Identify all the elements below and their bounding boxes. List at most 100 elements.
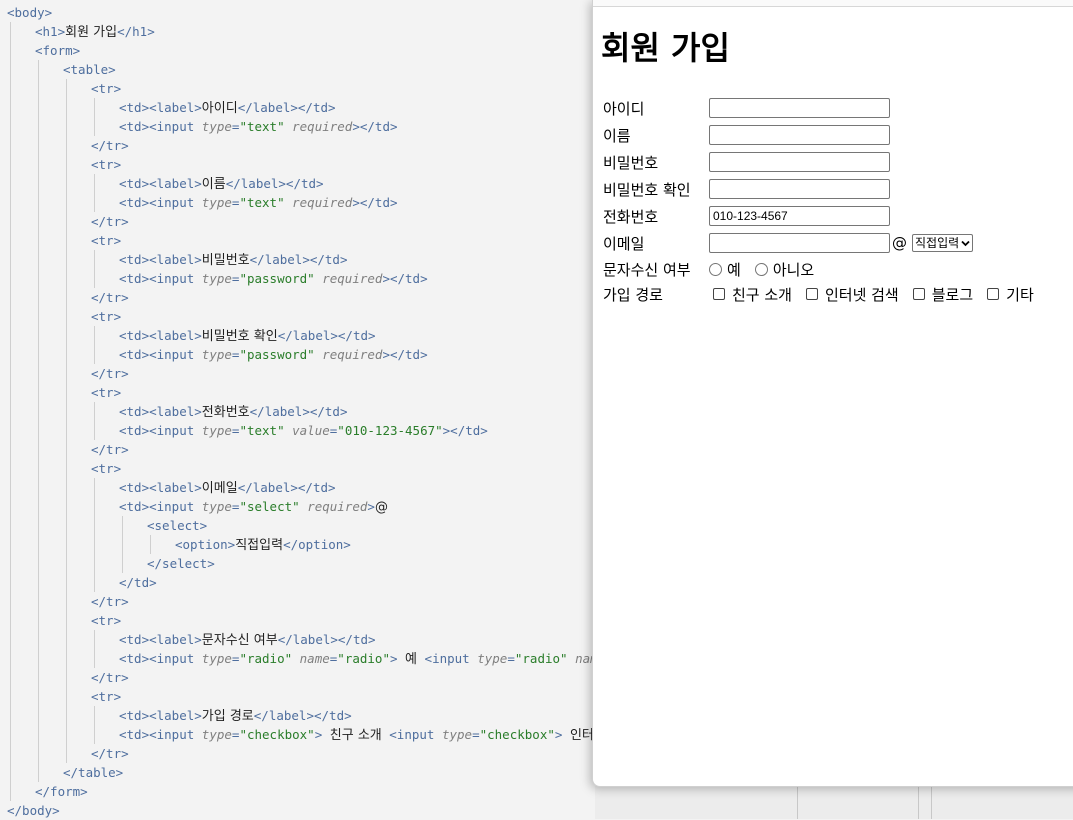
code-token: </tr> <box>91 670 129 685</box>
code-token: <tr> <box>91 461 122 476</box>
phone-input[interactable]: 010-123-4567 <box>709 206 890 226</box>
code-token: 이메일 <box>201 481 238 496</box>
password-label: 비밀번호 <box>603 153 659 172</box>
sms-no-radio[interactable] <box>754 262 768 276</box>
code-token: <h1> <box>35 24 66 39</box>
password-confirm-label: 비밀번호 확인 <box>603 180 691 199</box>
code-line: <tr> <box>91 231 121 250</box>
code-token: ></td> <box>352 119 398 134</box>
code-line: <tr> <box>91 79 121 98</box>
code-token: <tr> <box>91 309 122 324</box>
preview-top-bar <box>593 0 1073 7</box>
code-token: </form> <box>35 784 88 799</box>
code-token: </label></td> <box>249 404 348 419</box>
code-token: <select> <box>147 518 208 533</box>
indent-guide <box>150 535 151 554</box>
other-checkbox[interactable] <box>987 288 1000 300</box>
code-token: <tr> <box>91 613 122 628</box>
code-line: </tr> <box>91 212 129 231</box>
email-domain-select-value: 직접입력 <box>915 236 960 250</box>
code-line: <tr> <box>91 155 121 174</box>
code-line: <tr> <box>91 459 121 478</box>
code-token: "radio" <box>239 651 293 666</box>
code-token: type <box>441 727 473 742</box>
code-token: 전화번호 <box>201 405 250 420</box>
code-line: </td> <box>119 573 157 592</box>
internet-checkbox[interactable] <box>805 288 818 300</box>
code-token: <td><input <box>119 727 202 742</box>
friend-label: 친구 소개 <box>732 285 792 304</box>
code-line: <body> <box>7 3 52 22</box>
code-token: <td><input <box>119 195 202 210</box>
code-token: 비밀번호 <box>201 253 250 268</box>
code-token: <tr> <box>91 385 122 400</box>
code-token: </h1> <box>117 24 155 39</box>
code-line: <td><label>비밀번호</label></td> <box>119 250 347 269</box>
code-token: ></td> <box>382 271 428 286</box>
code-line: </tr> <box>91 136 129 155</box>
code-token: ></td> <box>382 347 428 362</box>
code-token: type <box>201 651 232 666</box>
code-line: </form> <box>35 782 88 801</box>
code-token: 가입 경로 <box>201 709 254 724</box>
code-token: type <box>201 347 232 362</box>
code-token: <tr> <box>91 81 122 96</box>
code-token: 아이디 <box>201 101 238 116</box>
editor-divider <box>797 786 798 819</box>
code-line: <tr> <box>91 307 121 326</box>
code-line: <td><label>문자수신 여부</label></td> <box>119 630 376 649</box>
code-token: 비밀번호 확인 <box>201 329 278 344</box>
code-line: </body> <box>7 801 60 820</box>
code-token: > <box>554 727 570 742</box>
sms-no-label: 아니오 <box>772 260 815 279</box>
code-token: </tr> <box>91 214 129 229</box>
editor-divider <box>931 786 932 819</box>
code-token: type <box>201 195 232 210</box>
code-line: <option>직접입력</option> <box>175 535 351 554</box>
code-token: required <box>292 195 353 210</box>
code-token: "password" <box>239 347 315 362</box>
code-token: <td><input <box>119 499 202 514</box>
code-line: <select> <box>147 516 207 535</box>
password-input[interactable] <box>709 152 890 172</box>
code-line: <td><input type="text" required></td> <box>119 193 398 212</box>
code-token: </label></td> <box>237 480 336 495</box>
code-line: <td><label>전화번호</label></td> <box>119 402 347 421</box>
code-token: </label></td> <box>277 328 376 343</box>
indent-guide <box>38 60 39 782</box>
code-token: type <box>201 499 232 514</box>
password-confirm-input[interactable] <box>709 179 890 199</box>
code-token: <tr> <box>91 689 122 704</box>
code-token: = <box>507 651 515 666</box>
code-token: 이름 <box>201 177 226 192</box>
code-token: </label></td> <box>249 252 348 267</box>
code-token: "text" <box>239 119 285 134</box>
code-token: <td><label> <box>119 328 202 343</box>
code-line: <td><label>아이디</label></td> <box>119 98 336 117</box>
code-line: <tr> <box>91 611 121 630</box>
blog-checkbox[interactable] <box>912 288 925 300</box>
sms-yes-radio[interactable] <box>709 262 722 276</box>
code-token: "010-123-4567" <box>337 423 443 438</box>
code-token: <td><label> <box>119 708 202 723</box>
code-token: <body> <box>7 5 53 20</box>
indent-guide <box>94 478 95 592</box>
editor-divider <box>918 786 919 819</box>
code-token: <td><input <box>119 423 202 438</box>
friend-checkbox[interactable] <box>713 288 725 300</box>
code-token: ></td> <box>352 195 398 210</box>
editor-bottom-area <box>595 786 1073 819</box>
id-input[interactable] <box>709 98 890 118</box>
email-input[interactable] <box>709 233 890 253</box>
email-domain-select[interactable]: 직접입력 <box>912 234 974 252</box>
page-title: 회원 가입 <box>601 29 730 67</box>
name-input[interactable] <box>709 125 890 145</box>
code-token: </tr> <box>91 366 129 381</box>
code-line: </select> <box>147 554 215 573</box>
indent-guide <box>94 250 95 288</box>
indent-guide <box>94 706 95 744</box>
chevron-down-icon <box>961 240 970 246</box>
code-line: </tr> <box>91 288 129 307</box>
